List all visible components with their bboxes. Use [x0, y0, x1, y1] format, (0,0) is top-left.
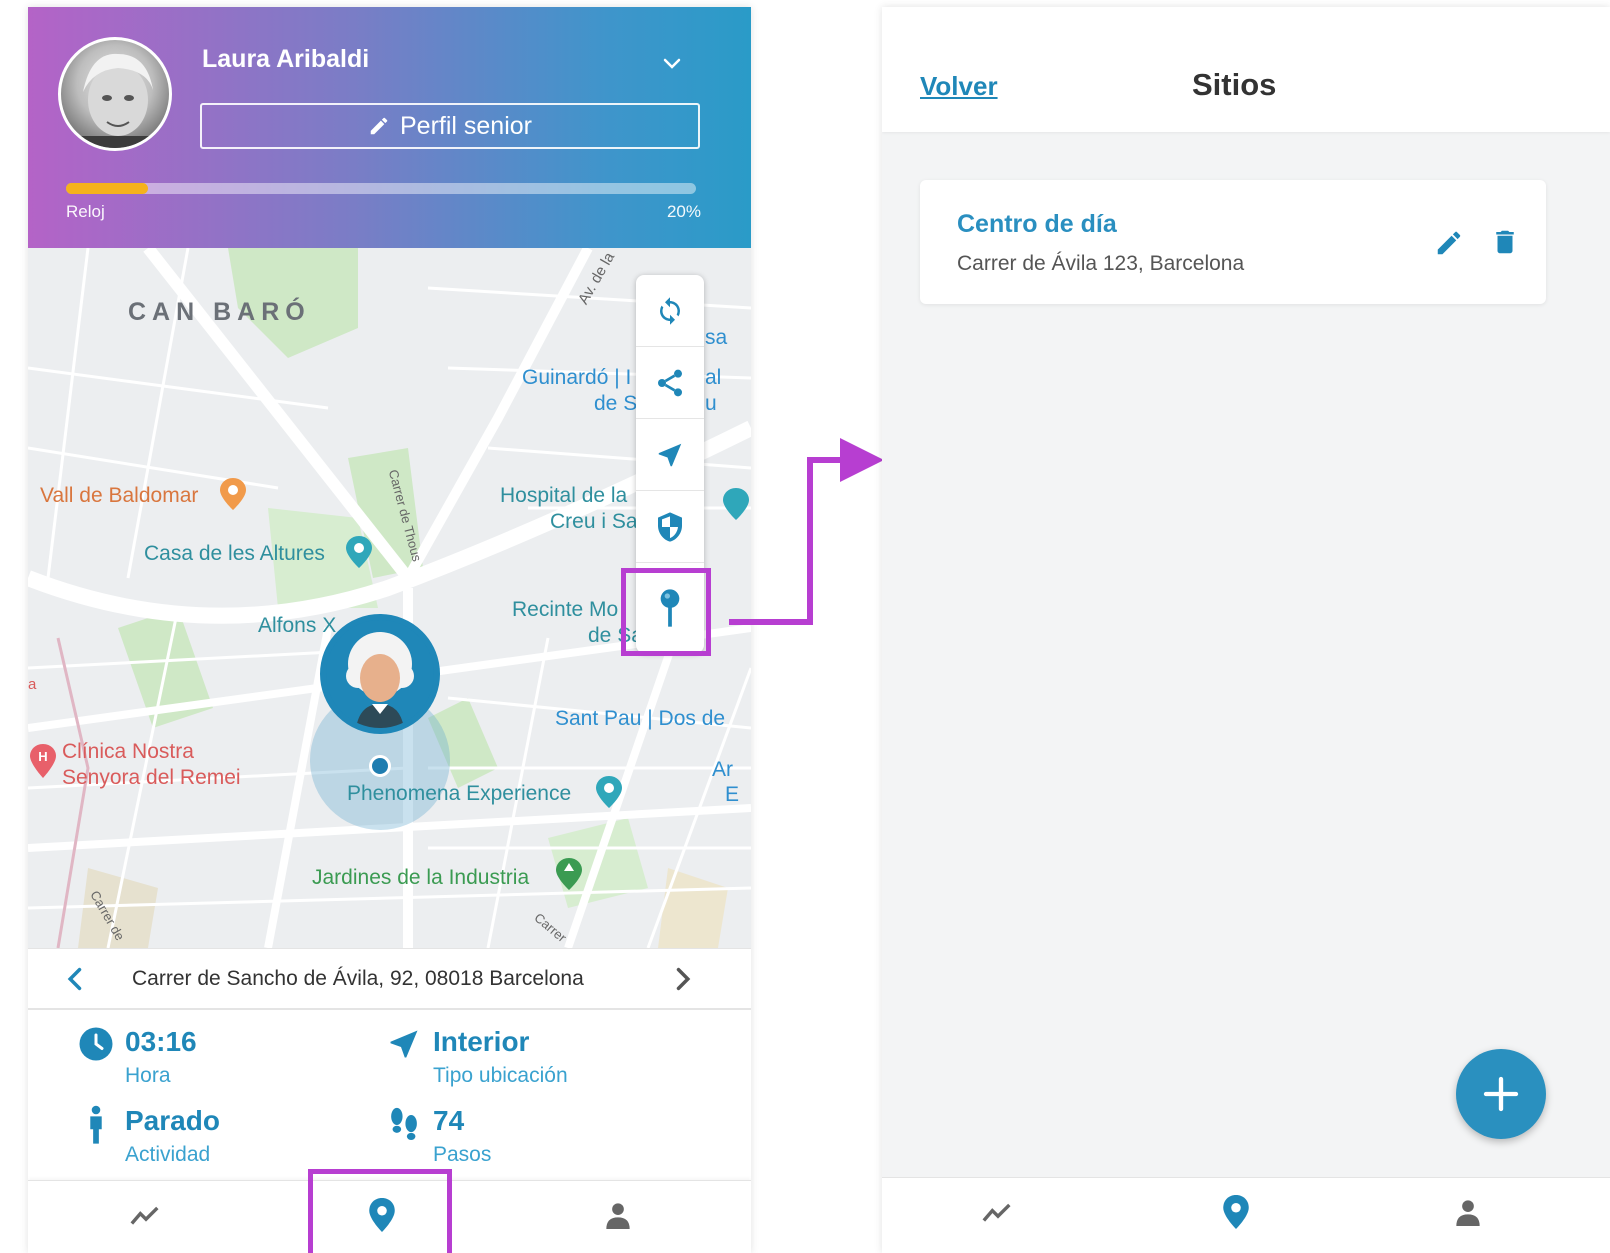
map-label-alfons: Alfons X	[258, 614, 337, 637]
places-button-highlight	[621, 568, 711, 656]
navigation-icon	[658, 443, 682, 466]
map-label-guinardo-1: Guinardó | I	[522, 366, 632, 389]
current-address: Carrer de Sancho de Ávila, 92, 08018 Bar…	[132, 967, 584, 990]
poi-teal-pin-icon	[596, 776, 622, 808]
nav-profile-tab[interactable]	[598, 1195, 638, 1235]
trash-icon[interactable]	[1490, 226, 1520, 258]
add-site-button[interactable]	[1456, 1049, 1546, 1139]
map-label-recinte-1: Recinte Mo	[512, 598, 619, 621]
map-label-clinica-2: Senyora del Remei	[62, 766, 241, 789]
chevron-down-icon[interactable]	[660, 51, 684, 75]
person-icon	[606, 1203, 630, 1229]
svg-text:H: H	[38, 749, 47, 764]
senior-avatar[interactable]	[58, 37, 172, 151]
device-label: Reloj	[66, 202, 105, 221]
avatar-photo-image	[81, 53, 155, 148]
battery-progress-bar	[66, 183, 696, 194]
nav-activity-tab[interactable]	[126, 1195, 166, 1235]
map-view[interactable]: CAN BARÓ Av. de la Guinardó | I de S sa …	[28, 248, 751, 948]
poi-teal-pin-icon	[346, 536, 372, 568]
map-label-clinica-1: Clínica Nostra	[62, 740, 194, 763]
address-bar: Carrer de Sancho de Ávila, 92, 08018 Bar…	[28, 948, 751, 1010]
bottom-navigation	[28, 1169, 751, 1253]
senior-name: Laura Aribaldi	[202, 45, 370, 73]
map-label-phenomena-experience: Phenomena Experience	[347, 782, 572, 805]
activity-chart-icon	[130, 1206, 159, 1225]
map-label-vall-de-baldomar: Vall de Baldomar	[40, 484, 199, 507]
poi-park-pin-icon	[556, 858, 582, 890]
site-address: Carrer de Ávila 123, Barcelona	[957, 252, 1245, 275]
activity-chart-icon	[982, 1203, 1011, 1222]
site-card[interactable]: Centro de día Carrer de Ávila 123, Barce…	[920, 180, 1546, 304]
chevron-left-icon[interactable]	[62, 963, 90, 995]
page-title: Sitios	[1192, 67, 1277, 102]
map-label-hospital-1: Hospital de la	[500, 484, 628, 507]
places-screen: Volver Sitios Centro de día Carrer de Áv…	[882, 7, 1610, 1253]
senior-location-screen: Laura Aribaldi Perfil senior Reloj 20% C…	[28, 7, 751, 1253]
poi-teal-pin-icon	[723, 488, 749, 520]
map-label-fragment-e: E	[725, 783, 740, 806]
time-value: 03:16	[125, 1026, 197, 1057]
map-label-fragment-sa: sa	[705, 326, 728, 349]
senior-profile-button-label: Perfil senior	[400, 111, 532, 140]
map-label-sant-pau: Sant Pau | Dos de	[555, 707, 726, 730]
senior-profile-button[interactable]: Perfil senior	[200, 103, 700, 149]
map-label-fragment-ar: Ar	[712, 758, 733, 781]
refresh-button[interactable]	[636, 275, 704, 347]
map-label-fragment-u: u	[705, 392, 717, 415]
steps-value: 74	[433, 1105, 465, 1136]
nav-location-tab[interactable]	[1216, 1192, 1256, 1232]
battery-progress-fill	[66, 183, 148, 194]
senior-cartoon-avatar	[326, 620, 434, 728]
nav-activity-tab[interactable]	[978, 1192, 1018, 1232]
location-tab-highlight	[308, 1169, 452, 1253]
map-label-can-baro: CAN BARÓ	[128, 298, 311, 326]
clock-icon	[79, 1027, 113, 1061]
chevron-right-icon[interactable]	[668, 963, 696, 995]
map-label-jardines-de-la-industria: Jardines de la Industria	[312, 866, 530, 889]
places-header: Volver Sitios	[882, 7, 1610, 132]
plus-icon	[1483, 1076, 1519, 1112]
profile-header: Laura Aribaldi Perfil senior Reloj 20%	[28, 7, 751, 248]
person-icon	[1456, 1200, 1480, 1226]
map-label-guinardo-2: de S	[594, 392, 638, 415]
senior-map-marker[interactable]	[320, 614, 440, 734]
battery-percent: 20%	[666, 202, 701, 221]
current-location-dot	[369, 755, 391, 777]
poi-hospital-pin-icon: H	[30, 744, 56, 778]
poi-orange-pin-icon	[220, 478, 246, 510]
pencil-icon	[370, 117, 388, 135]
footsteps-icon	[391, 1107, 417, 1140]
location-type-label: Tipo ubicación	[433, 1064, 568, 1087]
status-panel: 03:16 Hora Interior Tipo ubicación Parad…	[28, 1010, 751, 1180]
standing-person-icon	[90, 1105, 102, 1144]
edit-icon[interactable]	[1434, 228, 1464, 258]
shield-icon	[658, 511, 682, 542]
activity-label: Actividad	[125, 1143, 211, 1166]
navigation-icon	[390, 1030, 418, 1058]
safe-zones-button[interactable]	[636, 491, 704, 563]
location-pin-icon	[1223, 1195, 1249, 1229]
map-label-hospital-2: Creu i Sa	[550, 510, 638, 533]
map-label-fragment-a: a	[28, 676, 37, 693]
location-type-value: Interior	[433, 1026, 530, 1057]
map-label-casa-de-les-altures: Casa de les Altures	[144, 542, 325, 565]
steps-label: Pasos	[433, 1143, 492, 1166]
site-name: Centro de día	[957, 210, 1117, 238]
share-icon	[658, 369, 682, 396]
bottom-navigation	[882, 1177, 1610, 1253]
refresh-icon	[660, 296, 680, 325]
map-label-fragment-al: al	[705, 366, 722, 389]
back-button[interactable]: Volver	[920, 71, 998, 102]
nav-profile-tab[interactable]	[1448, 1192, 1488, 1232]
activity-value: Parado	[125, 1105, 220, 1136]
time-label: Hora	[125, 1064, 171, 1087]
navigate-button[interactable]	[636, 419, 704, 491]
share-location-button[interactable]	[636, 347, 704, 419]
